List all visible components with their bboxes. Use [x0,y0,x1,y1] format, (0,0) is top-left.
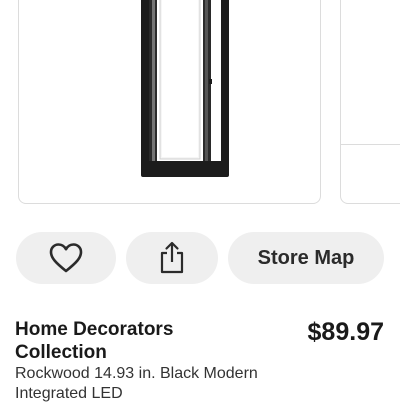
favorite-button[interactable] [16,232,116,284]
product-name: Rockwood 14.93 in. Black Modern Integrat… [15,365,258,402]
divider [341,144,400,145]
heart-icon [49,243,83,273]
next-image-card[interactable] [340,0,400,204]
product-image [141,0,229,177]
share-button[interactable] [126,232,218,284]
image-gallery[interactable] [0,0,400,214]
store-map-button[interactable]: Store Map [228,232,384,284]
product-image-card[interactable] [18,0,321,204]
product-price: $89.97 [307,318,384,346]
product-brand: Home Decorators Collection [15,319,174,363]
share-icon [160,241,184,274]
store-map-label: Store Map [257,246,355,269]
